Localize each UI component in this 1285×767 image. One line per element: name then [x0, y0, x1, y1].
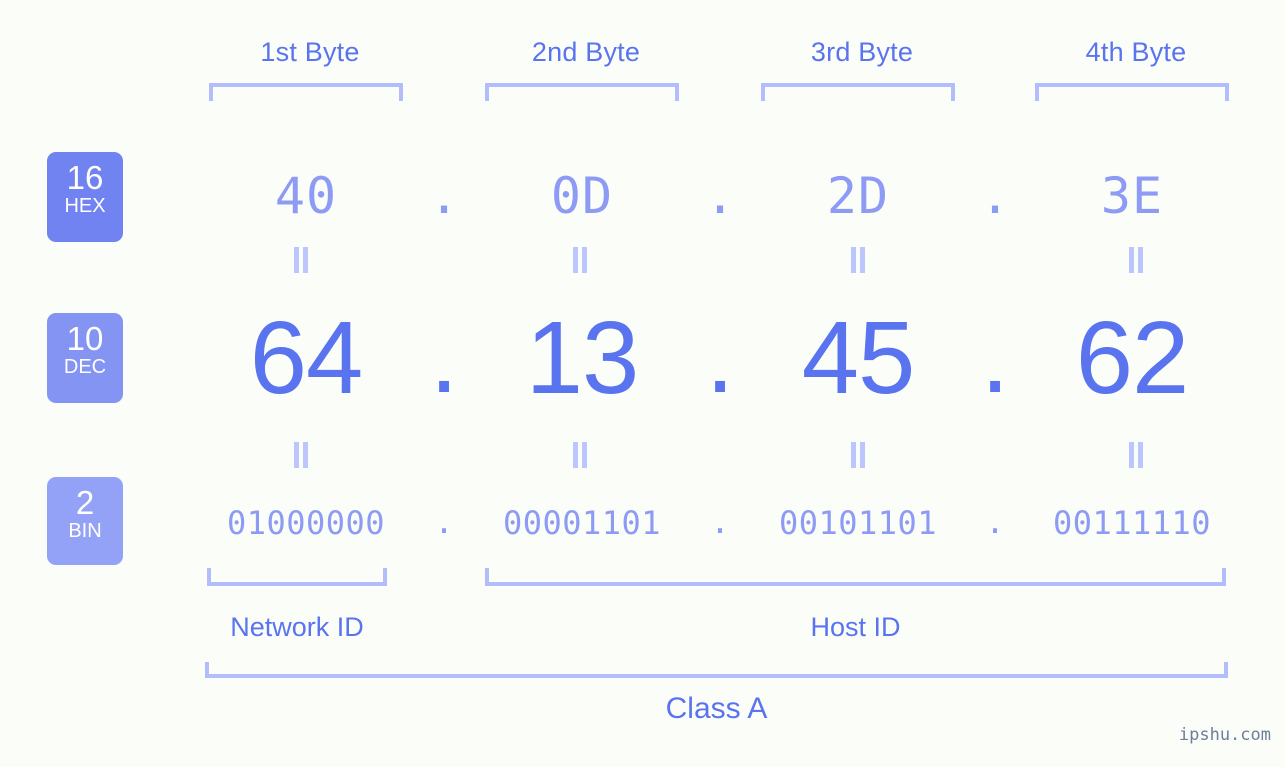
- bin-value-row: 01000000 . 00001101 . 00101101 . 0011111…: [140, 492, 1275, 554]
- dec-byte-4: 62: [1075, 300, 1190, 415]
- dec-separator-3: .: [980, 299, 1010, 415]
- host-id-bracket: [485, 568, 1226, 586]
- network-id-label: Network ID: [230, 612, 364, 642]
- bin-separator-1: .: [434, 503, 454, 542]
- hex-byte-2: 0D: [550, 167, 614, 225]
- hex-separator-1: .: [428, 167, 460, 225]
- equals-icon-hex-dec-4: [1128, 247, 1144, 273]
- hex-byte-3: 2D: [826, 167, 890, 225]
- base-badge-hex-number: 16: [66, 159, 104, 196]
- byte-bracket-top-2: [485, 83, 679, 101]
- hex-byte-4: 3E: [1100, 167, 1164, 225]
- bin-byte-2: 00001101: [502, 504, 662, 542]
- base-badge-bin: 2 BIN: [47, 477, 123, 565]
- bin-byte-1: 01000000: [226, 504, 386, 542]
- dec-byte-1: 64: [249, 300, 364, 415]
- byte-header-3: 3rd Byte: [810, 37, 914, 67]
- equals-icon-hex-dec-2: [572, 247, 588, 273]
- base-badge-dec-number: 10: [66, 320, 104, 357]
- bin-separator-2: .: [710, 503, 730, 542]
- equals-icon-hex-dec-3: [850, 247, 866, 273]
- equals-icon-hex-dec-1: [293, 247, 309, 273]
- base-badge-hex: 16 HEX: [47, 152, 123, 242]
- watermark: ipshu.com: [1178, 725, 1271, 745]
- byte-bracket-top-1: [209, 83, 403, 101]
- byte-bracket-top-3: [761, 83, 955, 101]
- byte-header-4: 4th Byte: [1085, 37, 1187, 67]
- equals-icon-dec-bin-1: [293, 442, 309, 468]
- hex-separator-3: .: [979, 167, 1011, 225]
- equals-icon-dec-bin-4: [1128, 442, 1144, 468]
- byte-header-2: 2nd Byte: [531, 37, 641, 67]
- base-badge-bin-abbr: BIN: [68, 520, 102, 542]
- bin-byte-4: 00111110: [1052, 504, 1212, 542]
- ip-address-breakdown-diagram: 1st Byte 2nd Byte 3rd Byte 4th Byte 16 H…: [0, 0, 1285, 767]
- hex-value-row: 40 . 0D . 2D . 3E: [140, 150, 1275, 242]
- network-id-bracket: [207, 568, 387, 586]
- dec-byte-2: 13: [525, 300, 640, 415]
- class-bracket: [205, 662, 1228, 678]
- class-label: Class A: [665, 692, 768, 725]
- base-badge-hex-abbr: HEX: [64, 195, 106, 217]
- byte-bracket-top-4: [1035, 83, 1229, 101]
- base-badge-dec-abbr: DEC: [63, 356, 107, 378]
- byte-header-1: 1st Byte: [260, 37, 360, 67]
- dec-separator-1: .: [429, 299, 459, 415]
- base-badge-dec: 10 DEC: [47, 313, 123, 403]
- hex-byte-1: 40: [274, 167, 338, 225]
- host-id-label: Host ID: [810, 612, 901, 642]
- bin-byte-3: 00101101: [778, 504, 938, 542]
- dec-value-row: 64 . 13 . 45 . 62: [140, 295, 1275, 420]
- hex-separator-2: .: [704, 167, 736, 225]
- dec-byte-3: 45: [801, 300, 916, 415]
- bin-separator-3: .: [985, 503, 1005, 542]
- equals-icon-dec-bin-2: [572, 442, 588, 468]
- base-badge-bin-number: 2: [75, 484, 95, 521]
- equals-icon-dec-bin-3: [850, 442, 866, 468]
- dec-separator-2: .: [705, 299, 735, 415]
